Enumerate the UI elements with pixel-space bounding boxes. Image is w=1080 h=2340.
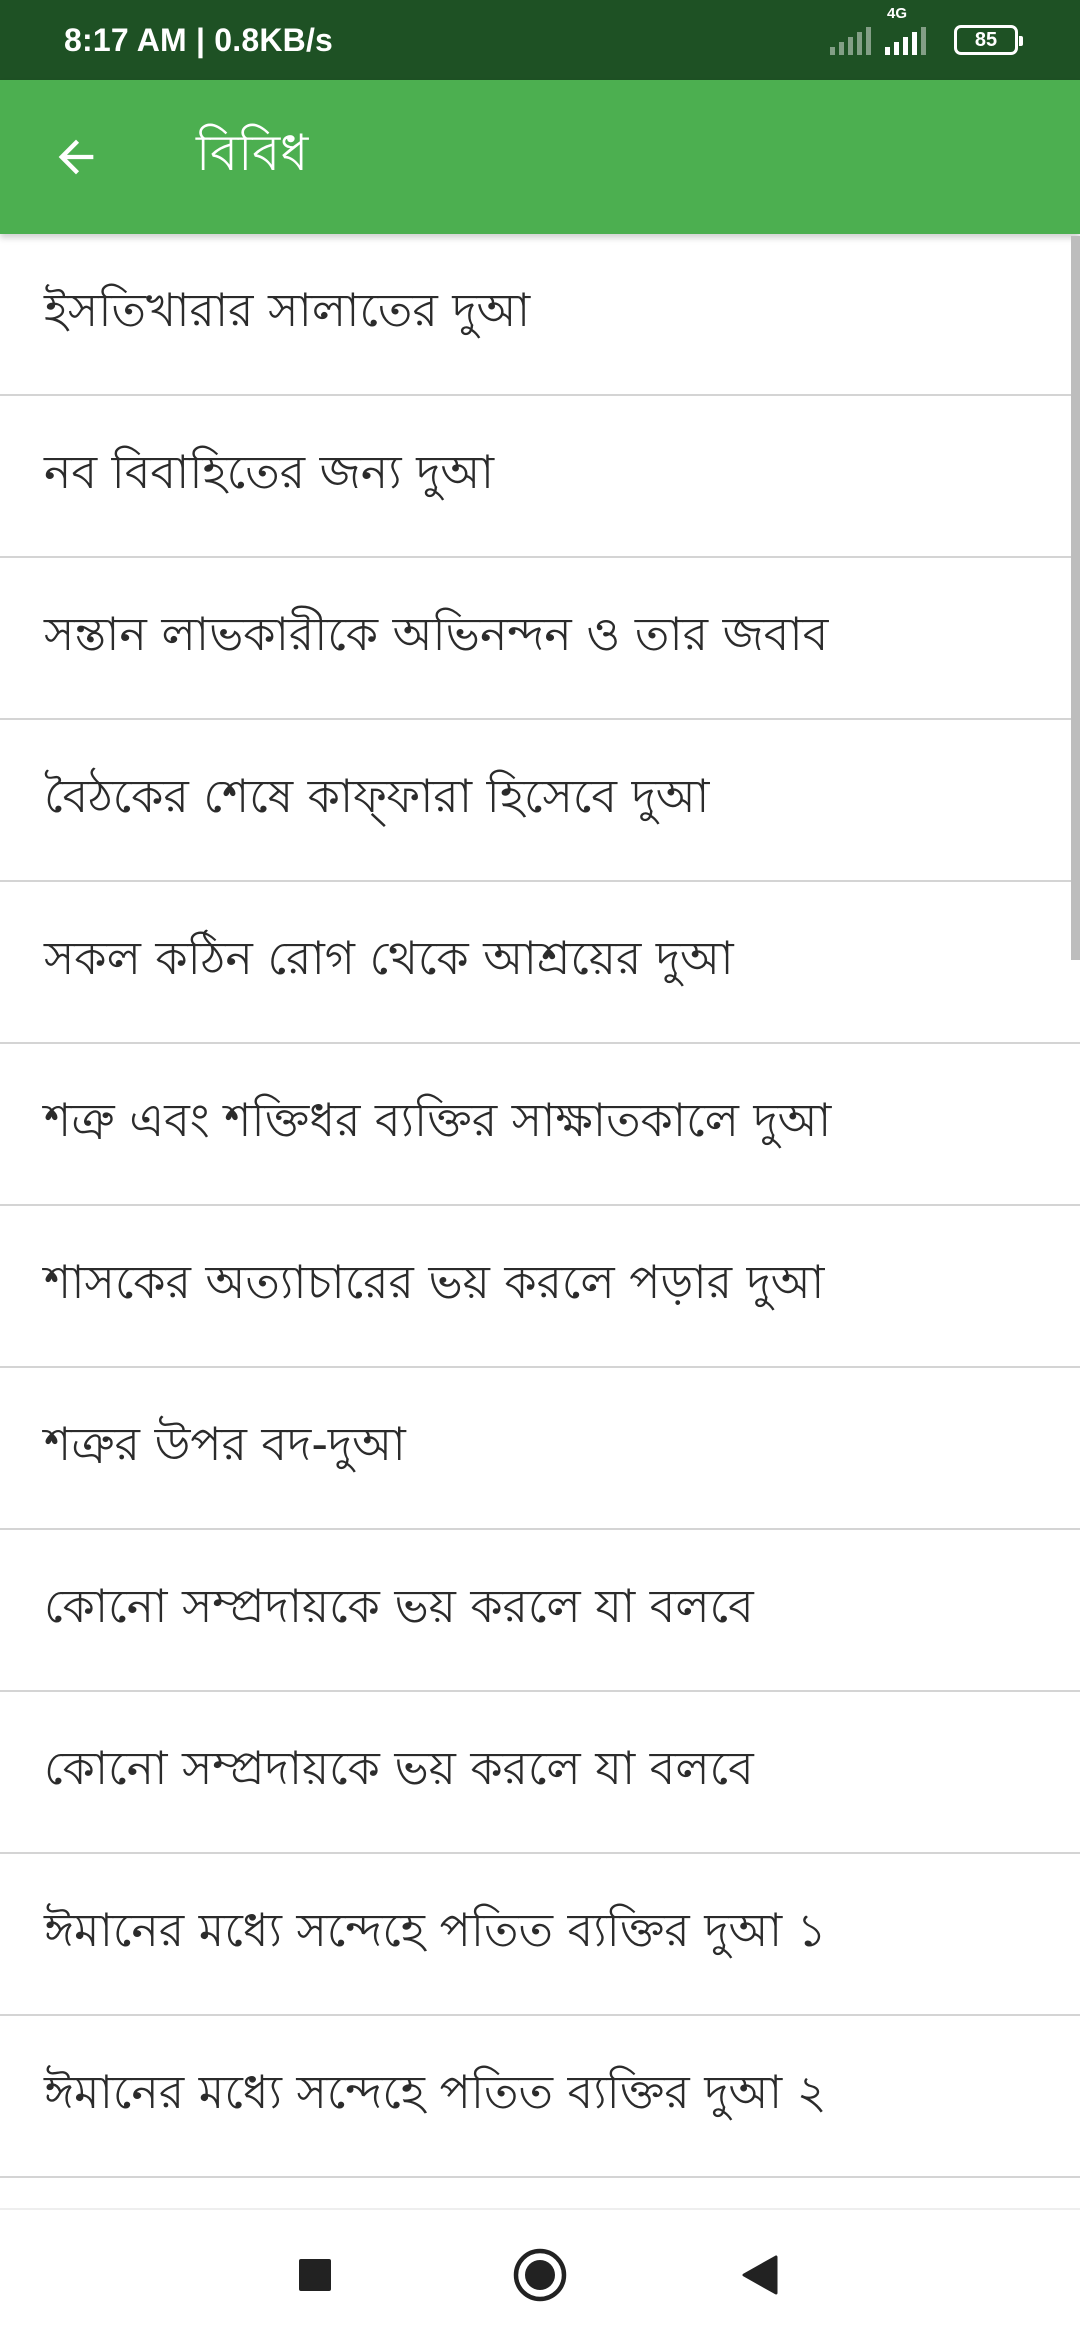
- screen: 8:17 AM | 0.8KB/s 4G 85 বিবিধ ইসতিখারার …: [0, 0, 1080, 2340]
- list-item[interactable]: শত্রু এবং শক্তিধর ব্যক্তির সাক্ষাতকালে দ…: [0, 1044, 1080, 1206]
- list-item[interactable]: নব বিবাহিতের জন্য দুআ: [0, 396, 1080, 558]
- navigation-bar: [0, 2208, 1080, 2340]
- list-item-label: ইসতিখারার সালাতের দুআ: [44, 283, 531, 337]
- list-item[interactable]: সকল কঠিন রোগ থেকে আশ্রয়ের দুআ: [0, 882, 1080, 1044]
- list-item[interactable]: কোনো সম্প্রদায়কে ভয় করলে যা বলবে: [0, 1692, 1080, 1854]
- status-icons: 4G 85: [830, 5, 1023, 55]
- list-item-label: নব বিবাহিতের জন্য দুআ: [44, 445, 495, 499]
- status-bar: 8:17 AM | 0.8KB/s 4G 85: [0, 0, 1080, 80]
- network-4g-indicator: 4G: [885, 5, 926, 55]
- list-item-label: কোনো সম্প্রদায়কে ভয় করলে যা বলবে: [44, 1579, 754, 1633]
- list-item[interactable]: কোনো সম্প্রদায়কে ভয় করলে যা বলবে: [0, 1530, 1080, 1692]
- list-item[interactable]: ইসতিখারার সালাতের দুআ: [0, 234, 1080, 396]
- arrow-left-icon: [58, 139, 94, 175]
- list-item[interactable]: শত্রুর উপর বদ-দুআ: [0, 1368, 1080, 1530]
- app-bar: বিবিধ: [0, 80, 1080, 234]
- battery-level: 85: [974, 28, 998, 51]
- list-item-label: কোনো সম্প্রদায়কে ভয় করলে যা বলবে: [44, 1741, 754, 1795]
- list-item[interactable]: ঈমানের মধ্যে সন্দেহে পতিত ব্যক্তির দুআ ২: [0, 2016, 1080, 2178]
- list-item[interactable]: ঈমানের মধ্যে সন্দেহে পতিত ব্যক্তির দুআ ১: [0, 1854, 1080, 2016]
- page-title: বিবিধ: [196, 123, 309, 182]
- list-item-label: বৈঠকের শেষে কাফ্‌ফারা হিসেবে দুআ: [44, 769, 710, 823]
- list-item-label: সন্তান লাভকারীকে অভিনন্দন ও তার জবাব: [44, 607, 829, 661]
- square-icon: [299, 2259, 331, 2291]
- list-item-label: শত্রুর উপর বদ-দুআ: [44, 1417, 406, 1471]
- triangle-back-icon: [742, 2255, 778, 2295]
- dua-list: ইসতিখারার সালাতের দুআ নব বিবাহিতের জন্য …: [0, 234, 1080, 2178]
- signal-sim1-icon: [830, 25, 871, 55]
- home-button[interactable]: [505, 2240, 575, 2310]
- network-type: 4G: [887, 5, 908, 22]
- nav-back-button[interactable]: [725, 2240, 795, 2310]
- circle-icon: [513, 2248, 567, 2302]
- list-item-label: সকল কঠিন রোগ থেকে আশ্রয়ের দুআ: [44, 931, 734, 985]
- list-item-label: শাসকের অত্যাচারের ভয় করলে পড়ার দুআ: [44, 1255, 825, 1309]
- recents-button[interactable]: [280, 2240, 350, 2310]
- list-item[interactable]: বৈঠকের শেষে কাফ্‌ফারা হিসেবে দুআ: [0, 720, 1080, 882]
- list-item-label: ঈমানের মধ্যে সন্দেহে পতিত ব্যক্তির দুআ ২: [44, 2065, 827, 2119]
- list-item-label: ঈমানের মধ্যে সন্দেহে পতিত ব্যক্তির দুআ ১: [44, 1903, 827, 1957]
- status-time-speed: 8:17 AM | 0.8KB/s: [64, 21, 334, 58]
- scrollbar[interactable]: [1071, 236, 1080, 960]
- list-item[interactable]: শাসকের অত্যাচারের ভয় করলে পড়ার দুআ: [0, 1206, 1080, 1368]
- back-button[interactable]: [36, 117, 116, 197]
- list-item-label: শত্রু এবং শক্তিধর ব্যক্তির সাক্ষাতকালে দ…: [44, 1093, 832, 1147]
- list-item[interactable]: সন্তান লাভকারীকে অভিনন্দন ও তার জবাব: [0, 558, 1080, 720]
- battery-icon: 85: [954, 25, 1023, 55]
- signal-sim2-icon: [885, 25, 926, 55]
